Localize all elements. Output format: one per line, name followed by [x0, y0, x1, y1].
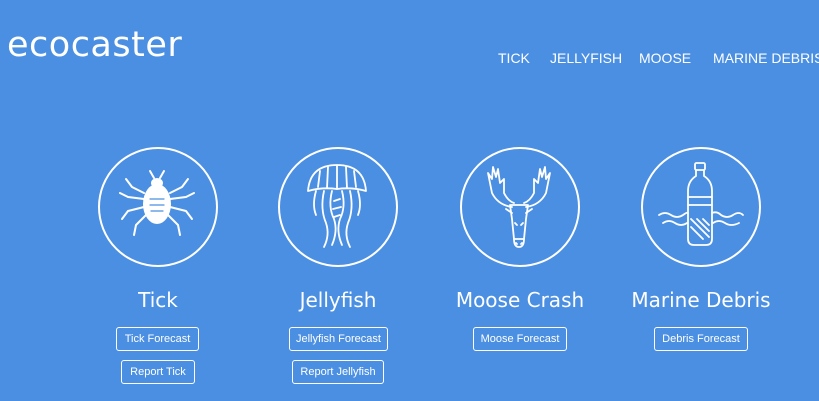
- moose-icon-circle[interactable]: [460, 147, 580, 267]
- tick-forecast-button[interactable]: Tick Forecast: [116, 327, 199, 351]
- tick-icon: [119, 170, 195, 236]
- jellyfish-icon: [307, 164, 367, 248]
- bottle-icon-circle[interactable]: [641, 147, 761, 267]
- report-jellyfish-button[interactable]: Report Jellyfish: [292, 360, 384, 384]
- jellyfish-title: Jellyfish: [299, 288, 377, 312]
- jellyfish-card: Jellyfish Jellyfish Forecast Report Jell…: [248, 147, 428, 401]
- moose-icon: [487, 166, 551, 248]
- bottle-icon: [658, 162, 744, 246]
- nav-link-marine-debris[interactable]: MARINE DEBRIS: [713, 50, 819, 66]
- moose-forecast-button[interactable]: Moose Forecast: [473, 327, 567, 351]
- nav-link-tick[interactable]: TICK: [498, 50, 530, 66]
- report-tick-button[interactable]: Report Tick: [121, 360, 195, 384]
- moose-title: Moose Crash: [455, 288, 585, 312]
- jellyfish-forecast-button[interactable]: Jellyfish Forecast: [289, 327, 388, 351]
- tick-icon-circle[interactable]: [98, 147, 218, 267]
- debris-forecast-button[interactable]: Debris Forecast: [654, 327, 748, 351]
- nav-link-moose[interactable]: MOOSE: [639, 50, 691, 66]
- jellyfish-icon-circle[interactable]: [278, 147, 398, 267]
- tick-title: Tick: [138, 288, 178, 312]
- nav-link-jellyfish[interactable]: JELLYFISH: [550, 50, 622, 66]
- debris-title: Marine Debris: [631, 288, 771, 312]
- moose-card: Moose Crash Moose Forecast: [430, 147, 610, 401]
- top-nav: TICK JELLYFISH MOOSE MARINE DEBRIS: [0, 50, 819, 68]
- debris-card: Marine Debris Debris Forecast: [611, 147, 791, 401]
- tick-card: Tick Tick Forecast Report Tick: [68, 147, 248, 401]
